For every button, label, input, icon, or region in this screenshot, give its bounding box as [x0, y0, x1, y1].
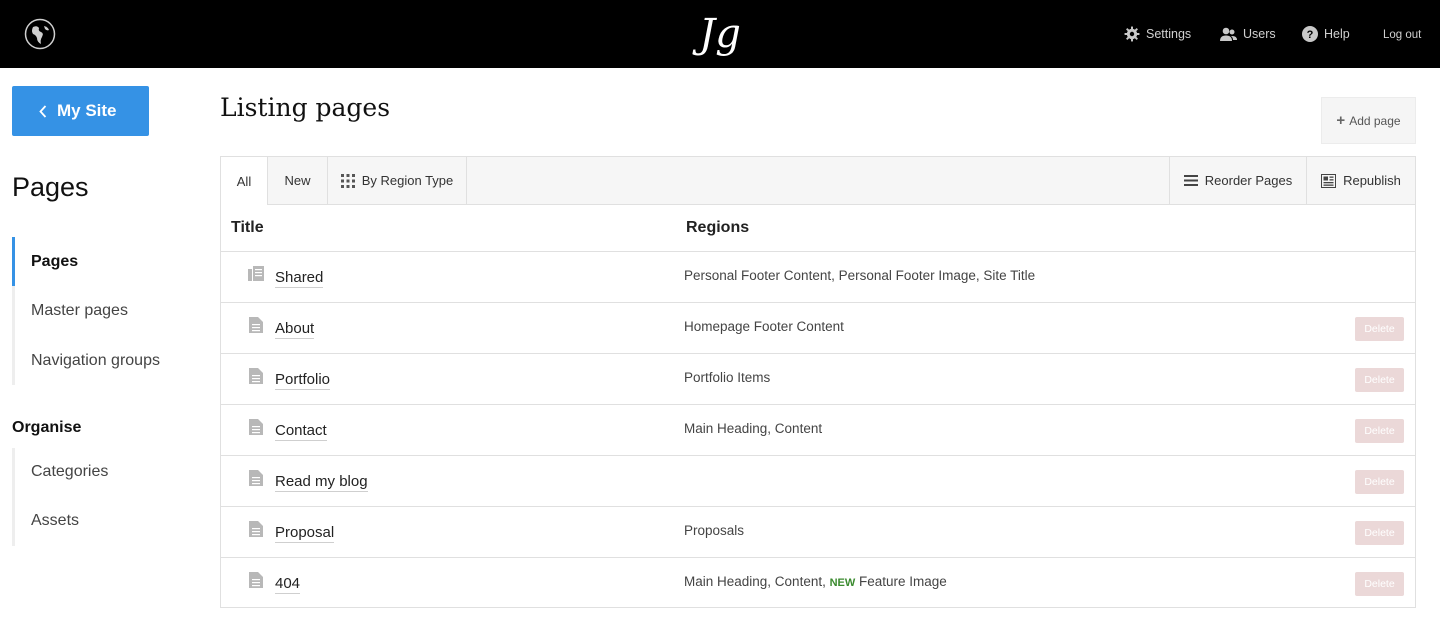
- page-icon: [249, 521, 263, 537]
- column-header-title[interactable]: Title: [231, 219, 264, 237]
- users-label: Users: [1243, 27, 1276, 41]
- list-icon: [1183, 175, 1198, 186]
- new-badge: NEW: [829, 577, 856, 589]
- page-regions: Proposals: [684, 523, 745, 538]
- page-icon: [249, 572, 263, 588]
- republish-button[interactable]: Republish: [1307, 157, 1415, 204]
- page-title-link[interactable]: Read my blog: [275, 473, 368, 492]
- settings-link[interactable]: Settings: [1124, 0, 1191, 68]
- page-icon: [249, 368, 263, 384]
- sidebar-item-navigation-groups[interactable]: Navigation groups: [31, 352, 160, 370]
- sidebar-item-master-pages[interactable]: Master pages: [31, 302, 128, 320]
- page-regions: Personal Footer Content, Personal Footer…: [684, 268, 1036, 283]
- users-link[interactable]: Users: [1220, 0, 1276, 68]
- tab-by-region-type[interactable]: By Region Type: [328, 157, 467, 204]
- brand-logo[interactable]: Jg: [686, 6, 754, 62]
- table-row: Contact Main Heading, Content Delete: [221, 405, 1415, 456]
- tab-all-label: All: [236, 173, 252, 189]
- reorder-pages-button[interactable]: Reorder Pages: [1169, 157, 1307, 204]
- regions-text: Feature Image: [855, 574, 947, 589]
- page-title-link[interactable]: Contact: [275, 422, 327, 441]
- sidebar-item-categories[interactable]: Categories: [31, 463, 108, 481]
- table-row: About Homepage Footer Content Delete: [221, 303, 1415, 354]
- help-link[interactable]: ? Help: [1302, 0, 1350, 68]
- page-title-link[interactable]: Portfolio: [275, 371, 331, 390]
- page-title-link[interactable]: About: [275, 320, 315, 339]
- delete-button[interactable]: Delete: [1355, 317, 1404, 341]
- regions-text: Main Heading, Content,: [684, 574, 830, 589]
- page-regions: Main Heading, Content: [684, 421, 823, 436]
- tab-all[interactable]: All: [221, 157, 268, 205]
- tab-new-label: New: [284, 173, 311, 188]
- sidebar-item-assets[interactable]: Assets: [31, 512, 79, 530]
- reorder-pages-label: Reorder Pages: [1204, 173, 1293, 188]
- tab-bar: All New By Region Type Reorder Pages Rep…: [221, 157, 1415, 205]
- table-row: Read my blog Delete: [221, 456, 1415, 507]
- page-title-link[interactable]: 404: [275, 575, 301, 594]
- sidebar-pages-nav: Pages Master pages Navigation groups: [12, 237, 202, 385]
- sidebar-organise-title: Organise: [12, 419, 82, 436]
- back-to-site-button[interactable]: My Site: [12, 86, 149, 136]
- page-regions: Main Heading, Content, NEW Feature Image: [684, 574, 947, 589]
- page-title: Listing pages: [220, 93, 391, 122]
- help-icon: ?: [1302, 26, 1318, 42]
- table-row: Proposal Proposals Delete: [221, 507, 1415, 558]
- delete-button[interactable]: Delete: [1355, 470, 1404, 494]
- column-header-regions: Regions: [686, 219, 750, 236]
- shared-page-icon: [248, 266, 264, 281]
- delete-button[interactable]: Delete: [1355, 419, 1404, 443]
- add-page-button[interactable]: + Add page: [1321, 97, 1416, 144]
- table-row: 404 Main Heading, Content, NEW Feature I…: [221, 558, 1415, 609]
- top-bar: Jg Settings Users ? Help Log out: [0, 0, 1440, 68]
- logout-label: Log out: [1383, 29, 1422, 41]
- help-label: Help: [1324, 27, 1350, 41]
- sidebar-item-pages[interactable]: Pages: [31, 253, 78, 271]
- page-icon: [249, 419, 263, 435]
- table-row: Portfolio Portfolio Items Delete: [221, 354, 1415, 405]
- gear-icon: [1124, 26, 1140, 42]
- globe-icon[interactable]: [24, 18, 56, 50]
- sidebar-section-title: Pages: [12, 172, 89, 202]
- page-icon: [249, 470, 263, 486]
- page-regions: Portfolio Items: [684, 370, 771, 385]
- logout-link[interactable]: Log out: [1383, 1, 1421, 69]
- republish-label: Republish: [1343, 173, 1401, 188]
- users-icon: [1220, 27, 1237, 41]
- settings-label: Settings: [1146, 27, 1192, 41]
- active-indicator: [12, 237, 15, 286]
- chevron-left-icon: [39, 104, 47, 118]
- tab-new[interactable]: New: [268, 157, 328, 204]
- tab-region-label: By Region Type: [361, 173, 454, 188]
- plus-icon: +: [1336, 112, 1346, 129]
- table-row: Shared Personal Footer Content, Personal…: [221, 252, 1415, 303]
- back-button-label: My Site: [57, 101, 117, 120]
- pages-panel: All New By Region Type Reorder Pages Rep…: [220, 156, 1416, 608]
- sidebar-organise-nav: Categories Assets: [12, 448, 202, 546]
- delete-button[interactable]: Delete: [1355, 572, 1404, 596]
- add-page-label: Add page: [1349, 113, 1401, 128]
- grid-icon: [340, 173, 355, 188]
- page-icon: [249, 317, 263, 333]
- delete-button[interactable]: Delete: [1355, 368, 1404, 392]
- newspaper-icon: [1321, 173, 1337, 188]
- page-title-link[interactable]: Proposal: [275, 524, 335, 543]
- page-regions: Homepage Footer Content: [684, 319, 844, 334]
- svg-text:?: ?: [1307, 29, 1314, 41]
- table-header: Title Regions: [221, 205, 1415, 252]
- page-title-link[interactable]: Shared: [275, 269, 324, 288]
- delete-button[interactable]: Delete: [1355, 521, 1404, 545]
